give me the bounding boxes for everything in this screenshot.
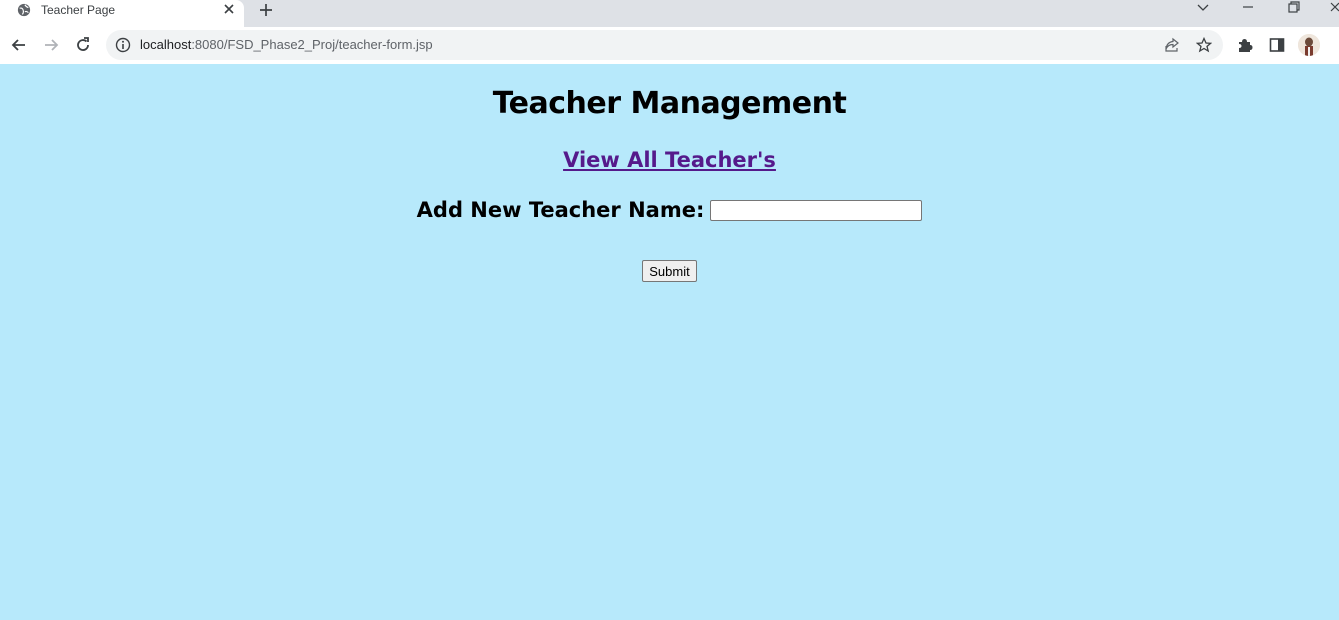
view-all-teachers-link[interactable]: View All Teacher's	[563, 148, 776, 172]
url-path: :8080/FSD_Phase2_Proj/teacher-form.jsp	[191, 37, 433, 52]
teacher-form-row: Add New Teacher Name:	[0, 198, 1339, 222]
globe-icon	[17, 3, 31, 17]
sidepanel-icon[interactable]	[1268, 36, 1286, 54]
reload-icon[interactable]	[74, 36, 92, 54]
restore-icon[interactable]	[1284, 0, 1304, 16]
url-text: localhost:8080/FSD_Phase2_Proj/teacher-f…	[140, 37, 433, 52]
back-icon[interactable]	[10, 36, 28, 54]
url-host: localhost	[140, 37, 192, 52]
forward-icon[interactable]	[42, 36, 60, 54]
address-bar[interactable]: localhost:8080/FSD_Phase2_Proj/teacher-f…	[106, 30, 1223, 60]
puzzle-icon[interactable]	[1236, 36, 1254, 54]
star-icon[interactable]	[1196, 37, 1212, 53]
avatar[interactable]	[1298, 34, 1320, 56]
teacher-name-input[interactable]	[710, 199, 923, 221]
browser-toolbar: localhost:8080/FSD_Phase2_Proj/teacher-f…	[0, 27, 1339, 63]
tab-strip: Teacher Page	[0, 0, 1339, 27]
submit-row: Submit	[0, 260, 1339, 282]
plus-icon[interactable]	[258, 2, 274, 18]
submit-button[interactable]: Submit	[642, 260, 697, 282]
profile-picture-icon	[1298, 34, 1320, 56]
chevron-down-icon[interactable]	[1193, 0, 1213, 16]
teacher-name-label: Add New Teacher Name:	[416, 198, 705, 222]
minimize-icon[interactable]	[1238, 0, 1258, 16]
tab-title: Teacher Page	[41, 3, 116, 17]
browser-tab[interactable]: Teacher Page	[0, 0, 244, 27]
share-icon[interactable]	[1164, 37, 1180, 53]
page-content: Teacher Management View All Teacher's Ad…	[0, 64, 1339, 620]
info-icon[interactable]	[115, 37, 131, 53]
page-title: Teacher Management	[492, 86, 847, 121]
view-all-link-container: View All Teacher's	[0, 148, 1339, 172]
window-close-icon[interactable]	[1328, 0, 1339, 16]
close-icon[interactable]	[222, 2, 236, 16]
